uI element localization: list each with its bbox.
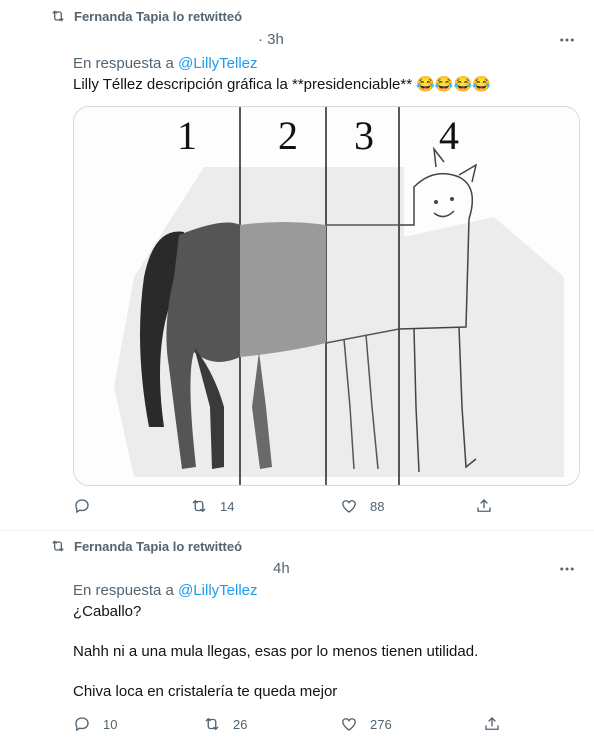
retweet-context: Fernanda Tapia lo retwitteó [50, 538, 242, 554]
tweet-text-line-1: ¿Caballo? [73, 603, 142, 620]
tweet-timestamp[interactable]: · 3h [258, 31, 284, 48]
tweet-actions: 10 26 276 [73, 715, 513, 733]
tweet-text-line-2: Nahh ni a una mula llegas, esas por lo m… [73, 643, 479, 660]
retweet-icon [52, 540, 64, 552]
like-button[interactable]: 276 [340, 715, 483, 733]
tweet-1[interactable]: Fernanda Tapia lo retwitteó · 3h En resp… [0, 0, 594, 530]
panel-number-2: 2 [278, 113, 298, 158]
reply-prefix: En respuesta a [73, 582, 179, 599]
panel-number-3: 3 [354, 113, 374, 158]
reply-mention-link[interactable]: @LillyTellez [178, 55, 257, 72]
retweet-icon [52, 10, 64, 22]
panel-number-1: 1 [177, 113, 197, 158]
panel-number-4: 4 [439, 113, 459, 158]
retweeted-by-label[interactable]: Fernanda Tapia lo retwitteó [74, 539, 242, 554]
like-button[interactable]: 88 [340, 497, 475, 515]
reply-context: En respuesta a @LillyTellez [73, 582, 258, 599]
horse-drawing-image: 1 2 3 4 [74, 107, 579, 485]
tweet-timestamp[interactable]: 4h [273, 560, 290, 577]
reply-button[interactable]: 10 [73, 715, 203, 733]
tweet-2[interactable]: Fernanda Tapia lo retwitteó 4h En respue… [0, 531, 594, 743]
heart-icon [342, 718, 356, 731]
reply-count: 10 [103, 716, 118, 732]
retweet-icon [205, 717, 219, 731]
tweet-actions: 14 88 [73, 497, 513, 515]
retweet-count: 26 [233, 716, 248, 732]
reply-icon [75, 717, 89, 732]
tweet-media-image[interactable]: 1 2 3 4 [73, 106, 580, 486]
reply-context: En respuesta a @LillyTellez [73, 55, 258, 72]
more-options-icon[interactable] [558, 560, 576, 578]
share-button[interactable] [475, 497, 493, 515]
retweet-icon [192, 499, 206, 513]
tweet-text: Lilly Téllez descripción gráfica la **pr… [73, 76, 491, 93]
retweet-button[interactable]: 26 [203, 715, 340, 733]
tweet-text-line-3: Chiva loca en cristalería te queda mejor [73, 683, 338, 700]
reply-button[interactable] [73, 497, 190, 515]
reply-mention-link[interactable]: @LillyTellez [178, 582, 257, 599]
retweet-count: 14 [220, 498, 235, 514]
like-count: 276 [370, 716, 392, 732]
more-options-icon[interactable] [558, 31, 576, 49]
heart-icon [342, 500, 356, 513]
reply-prefix: En respuesta a [73, 55, 179, 72]
share-icon [485, 717, 499, 730]
retweeted-by-label[interactable]: Fernanda Tapia lo retwitteó [74, 9, 242, 24]
retweet-context: Fernanda Tapia lo retwitteó [50, 8, 242, 24]
like-count: 88 [370, 498, 385, 514]
reply-icon [75, 499, 89, 514]
share-icon [477, 499, 491, 512]
share-button[interactable] [483, 715, 501, 733]
retweet-button[interactable]: 14 [190, 497, 340, 515]
